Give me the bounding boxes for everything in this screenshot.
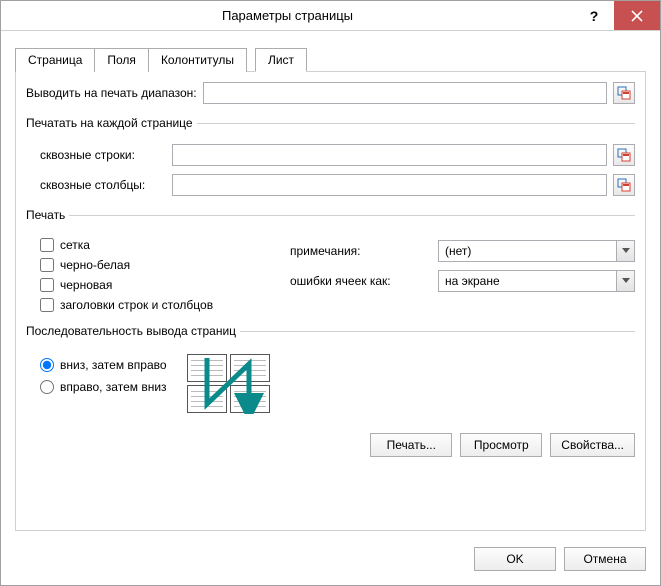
chevron-down-icon <box>616 241 634 261</box>
order-right-radio[interactable] <box>40 380 54 394</box>
print-range-label: Выводить на печать диапазон: <box>26 86 197 100</box>
cancel-button[interactable]: Отмена <box>564 547 646 571</box>
draft-checkbox-label: черновая <box>60 278 112 292</box>
bw-checkbox-label: черно-белая <box>60 258 130 272</box>
bw-checkbox[interactable] <box>40 258 54 272</box>
order-down-radio[interactable] <box>40 358 54 372</box>
notes-value: (нет) <box>439 244 616 258</box>
print-group-label: Печать <box>26 208 69 222</box>
grid-checkbox[interactable] <box>40 238 54 252</box>
rows-label: сквозные строки: <box>40 148 166 162</box>
close-button[interactable] <box>614 1 660 30</box>
order-down-label: вниз, затем вправо <box>60 358 167 372</box>
tab-panel: Страница Поля Колонтитулы Лист Выводить … <box>15 71 646 531</box>
headings-checkbox-label: заголовки строк и столбцов <box>60 298 213 312</box>
repeat-group-label: Печатать на каждой странице <box>26 116 197 130</box>
errors-combo[interactable]: на экране <box>438 270 635 292</box>
collapse-dialog-icon[interactable] <box>613 82 635 104</box>
preview-button[interactable]: Просмотр <box>460 433 542 457</box>
titlebar: Параметры страницы ? <box>1 1 660 31</box>
tab-fields[interactable]: Поля <box>95 48 149 72</box>
tab-sheet[interactable]: Лист <box>255 48 307 72</box>
notes-label: примечания: <box>290 244 430 258</box>
cols-label: сквозные столбцы: <box>40 178 166 192</box>
chevron-down-icon <box>616 271 634 291</box>
headings-checkbox[interactable] <box>40 298 54 312</box>
tab-headers[interactable]: Колонтитулы <box>149 48 247 72</box>
print-range-input[interactable] <box>203 82 607 104</box>
rows-input[interactable] <box>172 144 607 166</box>
ok-button[interactable]: OK <box>474 547 556 571</box>
draft-checkbox[interactable] <box>40 278 54 292</box>
order-right-label: вправо, затем вниз <box>60 380 167 394</box>
collapse-dialog-icon[interactable] <box>613 144 635 166</box>
collapse-dialog-icon[interactable] <box>613 174 635 196</box>
errors-value: на экране <box>439 274 616 288</box>
print-button[interactable]: Печать... <box>370 433 452 457</box>
notes-combo[interactable]: (нет) <box>438 240 635 262</box>
grid-checkbox-label: сетка <box>60 238 90 252</box>
print-group: Печать сетка черно-белая чер <box>26 208 635 312</box>
page-setup-dialog: Параметры страницы ? Страница Поля Колон… <box>0 0 661 586</box>
repeat-group: Печатать на каждой странице сквозные стр… <box>26 116 635 196</box>
order-preview-icon <box>187 354 270 413</box>
tab-page[interactable]: Страница <box>15 48 95 72</box>
order-group: Последовательность вывода страниц вниз, … <box>26 324 635 413</box>
tabs: Страница Поля Колонтитулы Лист <box>15 48 307 72</box>
order-group-label: Последовательность вывода страниц <box>26 324 240 338</box>
errors-label: ошибки ячеек как: <box>290 274 430 288</box>
help-button[interactable]: ? <box>574 1 614 30</box>
cols-input[interactable] <box>172 174 607 196</box>
properties-button[interactable]: Свойства... <box>550 433 635 457</box>
window-title: Параметры страницы <box>1 8 574 23</box>
